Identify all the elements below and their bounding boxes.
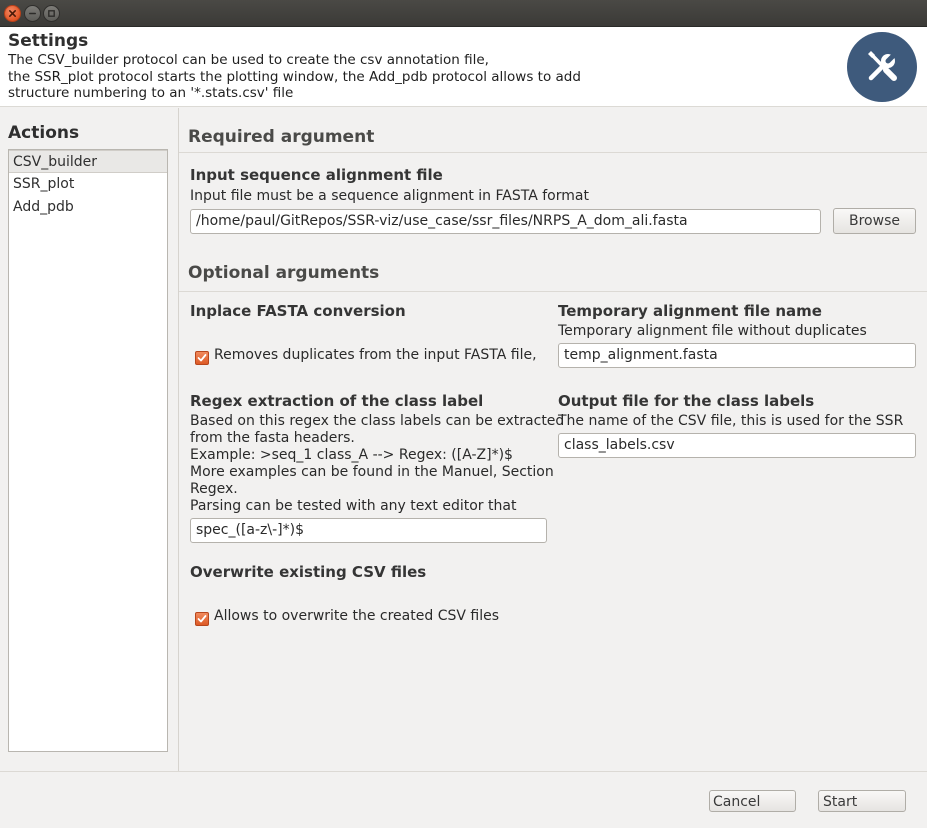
action-item-ssr-plot[interactable]: SSR_plot	[9, 173, 167, 196]
output-labels-description: The name of the CSV file, this is used f…	[558, 413, 904, 429]
page-title: Settings	[8, 31, 89, 51]
maximize-icon[interactable]	[43, 5, 60, 22]
regex-description-line: Based on this regex the class labels can…	[190, 413, 565, 429]
temp-file-description: Temporary alignment file without duplica…	[558, 323, 867, 339]
header-description: The CSV_builder protocol can be used to …	[8, 52, 788, 102]
browse-button[interactable]: Browse	[833, 208, 916, 234]
section-divider	[179, 291, 927, 292]
regex-description-line: More examples can be found in the Manuel…	[190, 464, 554, 480]
regex-title: Regex extraction of the class label	[190, 392, 484, 410]
actions-list: CSV_builder SSR_plot Add_pdb	[8, 149, 168, 752]
optional-section-title: Optional arguments	[188, 263, 380, 283]
regex-description-line: Regex.	[190, 481, 238, 497]
action-item-add-pdb[interactable]: Add_pdb	[9, 196, 167, 219]
inplace-checkbox[interactable]	[195, 351, 209, 365]
overwrite-checkbox[interactable]	[195, 612, 209, 626]
vertical-divider	[178, 108, 179, 771]
section-divider	[179, 152, 927, 153]
inplace-checkbox-label[interactable]: Removes duplicates from the input FASTA …	[214, 347, 537, 364]
footer-divider	[0, 771, 927, 772]
header-description-line: structure numbering to an '*.stats.csv' …	[8, 85, 294, 101]
header-description-line: the SSR_plot protocol starts the plottin…	[8, 68, 581, 85]
actions-title: Actions	[8, 123, 80, 143]
overwrite-title: Overwrite existing CSV files	[190, 563, 427, 581]
start-button[interactable]: Start	[818, 790, 906, 812]
header-description-line: The CSV_builder protocol can be used to …	[8, 52, 489, 68]
cancel-button[interactable]: Cancel	[709, 790, 796, 812]
tools-icon	[847, 32, 917, 102]
output-labels-title: Output file for the class labels	[558, 392, 815, 410]
input-file-title: Input sequence alignment file	[190, 166, 443, 184]
regex-field[interactable]: spec_([a-z\-]*)$	[190, 518, 547, 543]
regex-description-line: Parsing can be tested with any text edit…	[190, 498, 517, 514]
temp-file-title: Temporary alignment file name	[558, 302, 822, 320]
minimize-icon[interactable]	[24, 5, 41, 22]
window-titlebar	[0, 0, 927, 27]
settings-header: Settings The CSV_builder protocol can be…	[0, 27, 927, 107]
close-icon[interactable]	[4, 5, 21, 22]
inplace-title: Inplace FASTA conversion	[190, 302, 406, 320]
overwrite-checkbox-label[interactable]: Allows to overwrite the created CSV file…	[214, 608, 499, 625]
regex-description-line: from the fasta headers.	[190, 430, 355, 446]
input-file-description: Input file must be a sequence alignment …	[190, 188, 589, 204]
input-file-field[interactable]: /home/paul/GitRepos/SSR-viz/use_case/ssr…	[190, 209, 821, 234]
required-section-title: Required argument	[188, 127, 375, 147]
action-item-csv-builder[interactable]: CSV_builder	[9, 150, 167, 173]
temp-file-field[interactable]: temp_alignment.fasta	[558, 343, 916, 368]
output-labels-field[interactable]: class_labels.csv	[558, 433, 916, 458]
regex-description-line: Example: >seq_1 class_A --> Regex: ([A-Z…	[190, 447, 513, 463]
